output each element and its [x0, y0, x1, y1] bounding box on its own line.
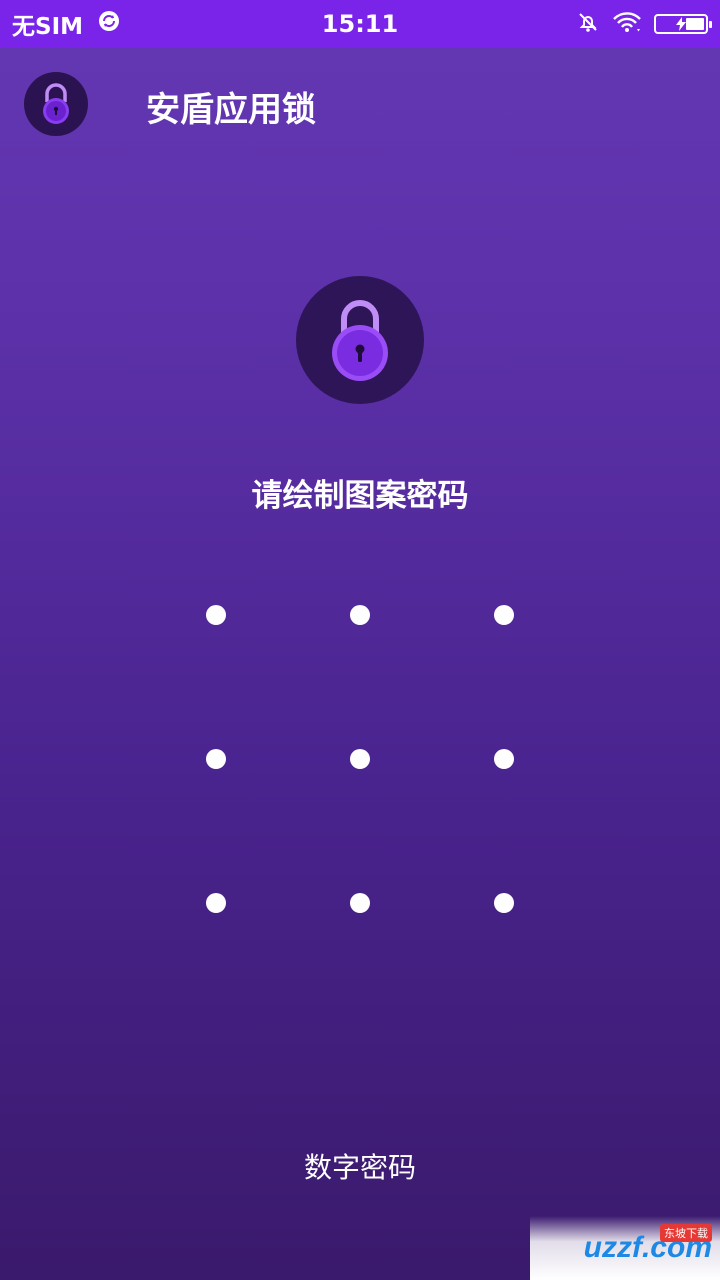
- status-bar: 无SIM 15:11: [0, 0, 720, 48]
- pattern-dot-1[interactable]: [206, 605, 226, 625]
- wifi-icon: [612, 10, 642, 38]
- padlock-icon: [43, 83, 69, 124]
- padlock-icon: [332, 300, 388, 381]
- pattern-dot-3[interactable]: [494, 605, 514, 625]
- pattern-dot-9[interactable]: [494, 893, 514, 913]
- status-right: [576, 0, 712, 48]
- bell-off-icon: [576, 10, 600, 38]
- watermark-logo: 东坡下载 uzzf.com: [530, 1216, 720, 1280]
- pattern-dot-6[interactable]: [494, 749, 514, 769]
- pattern-dot-5[interactable]: [350, 749, 370, 769]
- watermark-sub: 东坡下载: [660, 1224, 712, 1242]
- pattern-dot-8[interactable]: [350, 893, 370, 913]
- app-title: 安盾应用锁: [146, 90, 316, 130]
- pattern-prompt: 请绘制图案密码: [251, 478, 469, 514]
- pattern-grid[interactable]: [0, 0, 720, 1280]
- app-bar: 安盾应用锁: [0, 48, 720, 160]
- pattern-dot-7[interactable]: [206, 893, 226, 913]
- battery-charging-icon: [654, 14, 712, 34]
- app-logo: [24, 72, 88, 136]
- lock-badge: [296, 276, 424, 404]
- pattern-dot-4[interactable]: [206, 749, 226, 769]
- switch-to-pin-button[interactable]: 数字密码: [0, 1146, 720, 1186]
- pattern-dot-2[interactable]: [350, 605, 370, 625]
